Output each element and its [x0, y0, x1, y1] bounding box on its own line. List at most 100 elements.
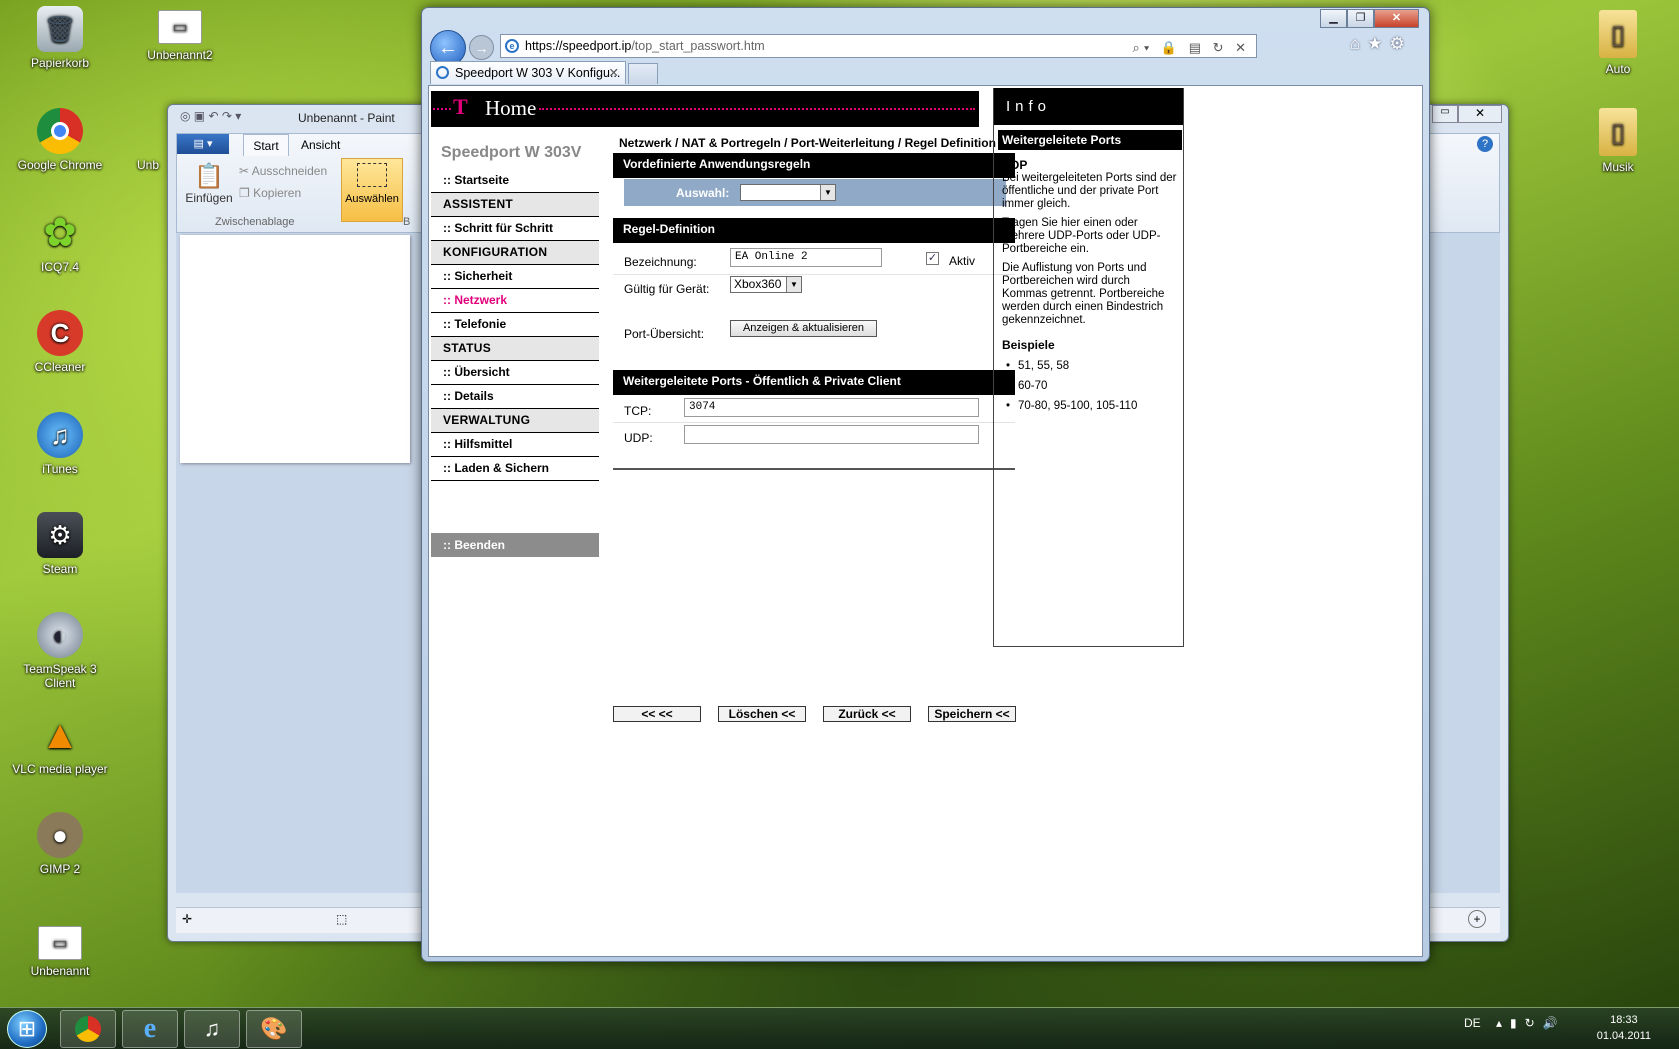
menu-item[interactable]: :: Telefonie: [431, 313, 599, 337]
icq-flower-icon: ✿: [43, 211, 77, 255]
save-button[interactable]: Speichern <<: [928, 706, 1016, 722]
minimize-button[interactable]: ▁: [1320, 9, 1347, 28]
address-bar[interactable]: e https://speedport.ip/top_start_passwor…: [500, 34, 1257, 58]
menu-item[interactable]: :: Schritt für Schritt: [431, 217, 599, 241]
itunes-icon: ♫: [203, 1016, 221, 1041]
ie-toolbar-icons[interactable]: ⌂★⚙: [1350, 34, 1412, 54]
back-page-button[interactable]: Zurück <<: [823, 706, 911, 722]
desktop-icon-unbenannt[interactable]: ▭ Unbenannt: [10, 926, 110, 978]
forward-button[interactable]: →: [469, 35, 494, 60]
settings-gear-icon[interactable]: ⚙: [1390, 34, 1412, 53]
menu-section-header: KONFIGURATION: [431, 241, 599, 265]
paint-palette-icon: 🎨: [260, 1016, 288, 1041]
desktop-icon-icq[interactable]: ✿ ICQ7.4: [10, 210, 110, 274]
tab-close-icon[interactable]: ✕: [609, 62, 619, 84]
taskbar-chrome[interactable]: [60, 1010, 116, 1048]
bezeichnung-input[interactable]: EA Online 2: [730, 248, 882, 267]
vlc-cone-icon: ▲: [40, 712, 80, 757]
menu-item[interactable]: :: Netzwerk: [431, 289, 599, 313]
telekom-t-logo: T: [453, 94, 468, 119]
first-button[interactable]: << <<: [613, 706, 701, 722]
udp-input[interactable]: [684, 425, 979, 444]
browser-tab[interactable]: Speedport W 303 V Konfigu... ✕: [430, 61, 626, 84]
paint-window-controls[interactable]: ▭ ✕: [1432, 105, 1502, 123]
info-heading: UDP: [1002, 158, 1028, 172]
taskbar-paint[interactable]: 🎨: [246, 1010, 302, 1048]
taskbar-itunes[interactable]: ♫: [184, 1010, 240, 1048]
clock[interactable]: 18:33 01.04.2011: [1597, 1012, 1651, 1044]
select-button[interactable]: Auswählen: [341, 158, 403, 222]
copy-button[interactable]: ❐ Kopieren: [239, 186, 301, 200]
desktop-icon-steam[interactable]: ⚙ Steam: [10, 512, 110, 576]
section-predefined-rules: Vordefinierte Anwendungsregeln: [613, 153, 1015, 178]
delete-button[interactable]: Löschen <<: [718, 706, 806, 722]
auswahl-select[interactable]: ▼: [740, 184, 836, 201]
paste-button[interactable]: 📋 Einfügen: [183, 162, 235, 205]
maximize-button[interactable]: ❐: [1347, 9, 1374, 28]
desktop-icon-musik[interactable]: ▯ Musik: [1568, 108, 1668, 174]
menu-item[interactable]: :: Details: [431, 385, 599, 409]
ie-icon: e: [143, 1013, 157, 1044]
browser-window[interactable]: ▁ ❐ ✕ ← → e https://speedport.ip/top_sta…: [421, 7, 1430, 962]
taskbar-ie[interactable]: e: [122, 1010, 178, 1048]
examples-list: 51, 55, 58 60-70 70-80, 95-100, 105-110: [1002, 360, 1177, 413]
menu-item[interactable]: :: Übersicht: [431, 361, 599, 385]
tcp-label: TCP:: [624, 404, 652, 418]
menu-item[interactable]: :: Startseite: [431, 169, 599, 193]
volume-icon[interactable]: 🔊: [1543, 1016, 1566, 1030]
udp-label: UDP:: [624, 431, 653, 445]
folder-icon: ▯: [1599, 108, 1637, 156]
desktop-icon-ccleaner[interactable]: C CCleaner: [10, 310, 110, 374]
aktiv-checkbox[interactable]: ✓: [926, 252, 939, 265]
paint-tab-start[interactable]: Start: [243, 134, 289, 156]
auswahl-label: Auswahl:: [676, 186, 730, 200]
tab-page-icon: [436, 66, 449, 79]
paint-quick-access-icons[interactable]: ◎ ▣ ↶ ↷ ▾: [180, 109, 241, 123]
show-hidden-icons-icon[interactable]: ▴: [1496, 1016, 1510, 1030]
menu-item[interactable]: :: Hilfsmittel: [431, 433, 599, 457]
cut-button[interactable]: ✂ Ausschneiden: [239, 164, 327, 178]
ccleaner-icon: C: [37, 310, 83, 356]
desktop-icon-chrome[interactable]: Google Chrome: [10, 108, 110, 172]
desktop-icon-teamspeak[interactable]: ◐ TeamSpeak 3 Client: [10, 612, 110, 690]
info-panel: Info Weitergeleitete Ports UDP Bei weite…: [993, 88, 1184, 647]
favorites-star-icon[interactable]: ★: [1367, 34, 1389, 53]
tray-icons[interactable]: ▴▮↻🔊: [1496, 1016, 1566, 1030]
selection-size-icon: ⬚: [336, 912, 348, 926]
menu-item[interactable]: :: Sicherheit: [431, 265, 599, 289]
router-model: Speedport W 303V: [441, 144, 582, 161]
desktop-icon-auto[interactable]: ▯ Auto: [1568, 10, 1668, 76]
close-button[interactable]: ✕: [1374, 9, 1419, 28]
url-host: https://speedport.ip: [525, 39, 632, 53]
desktop-icon-itunes[interactable]: ♫ iTunes: [10, 412, 110, 476]
home-icon[interactable]: ⌂: [1350, 34, 1367, 53]
paint-title: Unbenannt - Paint: [298, 111, 395, 125]
chevron-down-icon: ▼: [786, 277, 801, 292]
paint-tab-ansicht[interactable]: Ansicht: [301, 138, 340, 152]
ie-page-icon: e: [505, 39, 519, 53]
address-tools-icons[interactable]: ⌕▾ 🔒 ▤ ↻ ✕: [1133, 37, 1250, 59]
new-tab-button[interactable]: [628, 63, 658, 84]
desktop-icon-unbenannt2[interactable]: ▭ Unbenannt2: [130, 10, 230, 62]
zoom-in-icon[interactable]: +: [1468, 910, 1486, 928]
auswahl-row: Auswahl: ▼: [624, 179, 1006, 206]
desktop-icon-vlc[interactable]: ▲ VLC media player: [10, 712, 110, 777]
paint-menu-button[interactable]: ▤ ▾: [177, 134, 229, 154]
examples-title: Beispiele: [1002, 338, 1055, 352]
menu-item[interactable]: :: Laden & Sichern: [431, 457, 599, 481]
start-button[interactable]: ⊞: [7, 1010, 47, 1048]
desktop-icon-partial[interactable]: Unb: [128, 158, 168, 172]
show-refresh-button[interactable]: Anzeigen & aktualisieren: [730, 320, 877, 337]
paint-canvas[interactable]: [180, 235, 410, 463]
desktop-icon-gimp[interactable]: ● GIMP 2: [10, 812, 110, 876]
language-indicator[interactable]: DE: [1464, 1016, 1481, 1030]
logout-button[interactable]: :: Beenden: [431, 533, 599, 557]
section-forwarded-ports: Weitergeleitete Ports - Öffentlich & Pri…: [613, 370, 1015, 395]
port-uebersicht-label: Port-Übersicht:: [624, 327, 705, 341]
help-icon[interactable]: ?: [1477, 136, 1493, 152]
tcp-input[interactable]: 3074: [684, 398, 979, 417]
network-icon[interactable]: ▮: [1510, 1016, 1525, 1030]
geraet-select[interactable]: Xbox360 ▼: [730, 276, 802, 293]
desktop-icon-papierkorb[interactable]: 🗑 Papierkorb: [10, 6, 110, 70]
sync-icon[interactable]: ↻: [1525, 1016, 1543, 1030]
